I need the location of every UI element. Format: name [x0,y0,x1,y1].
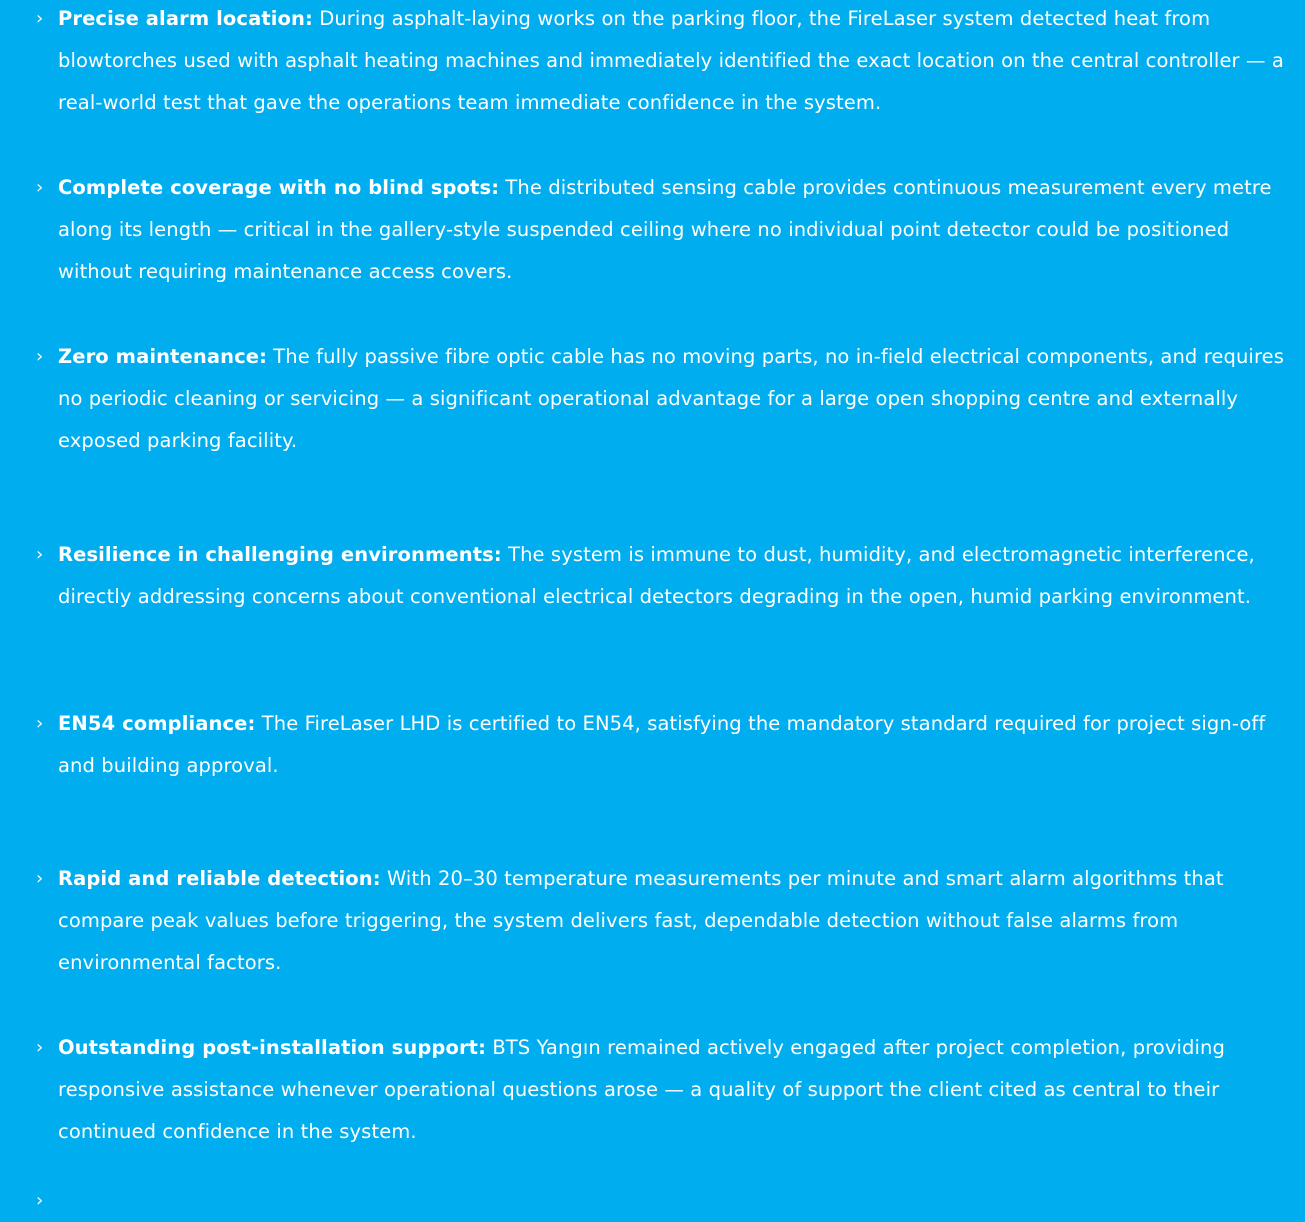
bullet-chevron-icon: › [36,868,44,889]
benefit-body: Zero maintenance: The fully passive fibr… [58,336,1298,462]
benefit-title-separator: : [491,176,500,199]
benefit-title-separator: : [478,1036,486,1059]
benefit-title-separator: : [305,7,313,30]
benefit-title: Outstanding post-installation support [58,1036,479,1059]
benefit-title: Zero maintenance [58,345,260,368]
benefit-body: Precise alarm location: During asphalt-l… [58,0,1298,124]
benefit-title: EN54 compliance [58,712,248,735]
benefit-body: Resilience in challenging environments: … [58,534,1298,618]
benefit-title-separator: : [372,867,381,890]
benefit-body: Complete coverage with no blind spots: T… [58,167,1298,293]
bullet-chevron-icon: › [36,544,44,565]
benefit-body: Rapid and reliable detection: With 20–30… [58,858,1298,984]
benefit-title: Rapid and reliable detection [58,867,373,890]
benefit-title: Complete coverage with no blind spots [58,176,492,199]
bullet-chevron-icon: › [36,713,44,734]
bullet-chevron-icon: › [36,1037,44,1058]
bullet-chevron-icon: › [36,1190,44,1211]
bullet-chevron-icon: › [36,8,44,29]
bullet-chevron-icon: › [36,177,44,198]
benefit-title-separator: : [493,543,502,566]
benefit-title-separator: : [259,345,267,368]
benefit-body: EN54 compliance: The FireLaser LHD is ce… [58,703,1298,787]
benefit-title: Resilience in challenging environments [58,543,494,566]
bullet-chevron-icon: › [36,346,44,367]
benefit-body: Outstanding post-installation support: B… [58,1027,1298,1153]
benefit-title-separator: : [247,712,256,735]
benefit-title: Precise alarm location [58,7,306,30]
